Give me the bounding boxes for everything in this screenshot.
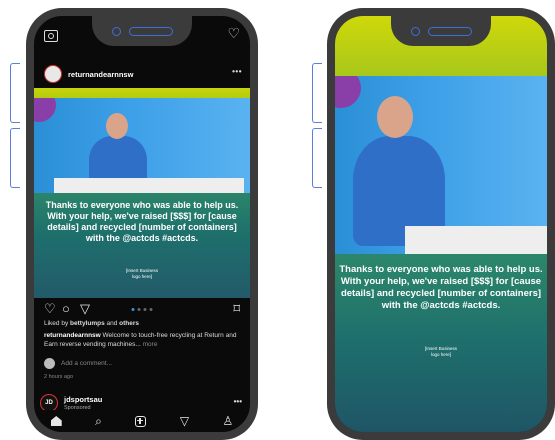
decor-circle xyxy=(335,76,361,108)
logo-placeholder-line2: logo here] xyxy=(430,352,451,357)
more-options-icon[interactable]: ••• xyxy=(232,67,242,76)
counter xyxy=(405,226,547,254)
heart-icon[interactable]: ♡ xyxy=(44,302,56,315)
counter xyxy=(54,178,244,193)
story-screen: Thanks to everyone who was able to help … xyxy=(335,16,547,432)
bottom-nav: ⌕ ▽ ♙ xyxy=(34,410,250,432)
caption-more-link[interactable]: more xyxy=(141,341,158,348)
likes-and: and xyxy=(104,320,120,327)
send-icon[interactable]: ▽ xyxy=(180,414,189,428)
decor-circle xyxy=(34,98,56,122)
account-name[interactable]: returnandearnnsw xyxy=(68,70,133,79)
post-photo xyxy=(34,98,250,193)
likes-user[interactable]: bettylumps xyxy=(70,320,105,327)
logo-placeholder-line2: logo here] xyxy=(131,274,152,279)
sponsored-account-name[interactable]: jdsportsau xyxy=(64,395,102,404)
story-background[interactable]: Thanks to everyone who was able to help … xyxy=(335,16,547,432)
post-caption: returnandearnnsw Welcome to touch-free r… xyxy=(44,332,240,349)
bracket-marker xyxy=(10,63,20,123)
camera-icon[interactable] xyxy=(44,30,58,42)
post-header: returnandearnnsw ••• xyxy=(34,60,250,88)
likes-prefix: Liked by xyxy=(44,320,71,327)
post-message: Thanks to everyone who was able to help … xyxy=(45,200,239,243)
likes-others[interactable]: others xyxy=(119,320,139,327)
feed-screen: ♡ returnandearnnsw ••• Thanks to everyon… xyxy=(34,16,250,432)
bracket-marker xyxy=(10,128,20,188)
bracket-marker xyxy=(312,128,322,188)
story-message: Thanks to everyone who was able to help … xyxy=(339,264,543,311)
post-image[interactable]: Thanks to everyone who was able to help … xyxy=(34,88,250,298)
comment-placeholder[interactable]: Add a comment... xyxy=(61,360,112,367)
front-camera-icon xyxy=(111,26,121,36)
profile-icon[interactable]: ♙ xyxy=(223,414,234,428)
heart-icon[interactable]: ♡ xyxy=(227,26,240,40)
person-head xyxy=(377,96,413,138)
more-options-icon[interactable]: ••• xyxy=(234,397,242,406)
logo-placeholder-line1: [Insert Business xyxy=(424,346,457,351)
send-icon[interactable]: ▽ xyxy=(80,302,90,315)
post-actions: ♡ ○ ▽ ⌑ xyxy=(34,298,250,320)
story-photo xyxy=(335,76,547,254)
speaker-icon xyxy=(427,26,472,36)
front-camera-icon xyxy=(410,26,420,36)
phone-notch xyxy=(391,16,491,46)
phone-notch xyxy=(92,16,192,46)
phone-mockup-story: Thanks to everyone who was able to help … xyxy=(327,8,555,440)
add-comment[interactable]: Add a comment... xyxy=(44,358,112,369)
logo-placeholder-line1: [Insert Business xyxy=(125,268,158,273)
avatar xyxy=(44,358,55,369)
search-icon[interactable]: ⌕ xyxy=(95,414,102,429)
person-head xyxy=(106,113,128,139)
add-post-icon[interactable] xyxy=(135,415,147,427)
comment-icon[interactable]: ○ xyxy=(62,302,70,315)
bracket-marker xyxy=(312,63,322,123)
phone-mockup-feed: ♡ returnandearnnsw ••• Thanks to everyon… xyxy=(26,8,258,440)
home-icon[interactable] xyxy=(50,416,62,426)
likes-text: Liked by bettylumps and others xyxy=(44,320,139,327)
speaker-icon xyxy=(128,26,173,36)
carousel-indicator xyxy=(131,308,153,311)
post-time: 2 hours ago xyxy=(44,374,74,380)
caption-user[interactable]: returnandearnnsw xyxy=(44,332,101,339)
bookmark-icon[interactable]: ⌑ xyxy=(233,302,240,315)
avatar[interactable] xyxy=(44,65,62,83)
